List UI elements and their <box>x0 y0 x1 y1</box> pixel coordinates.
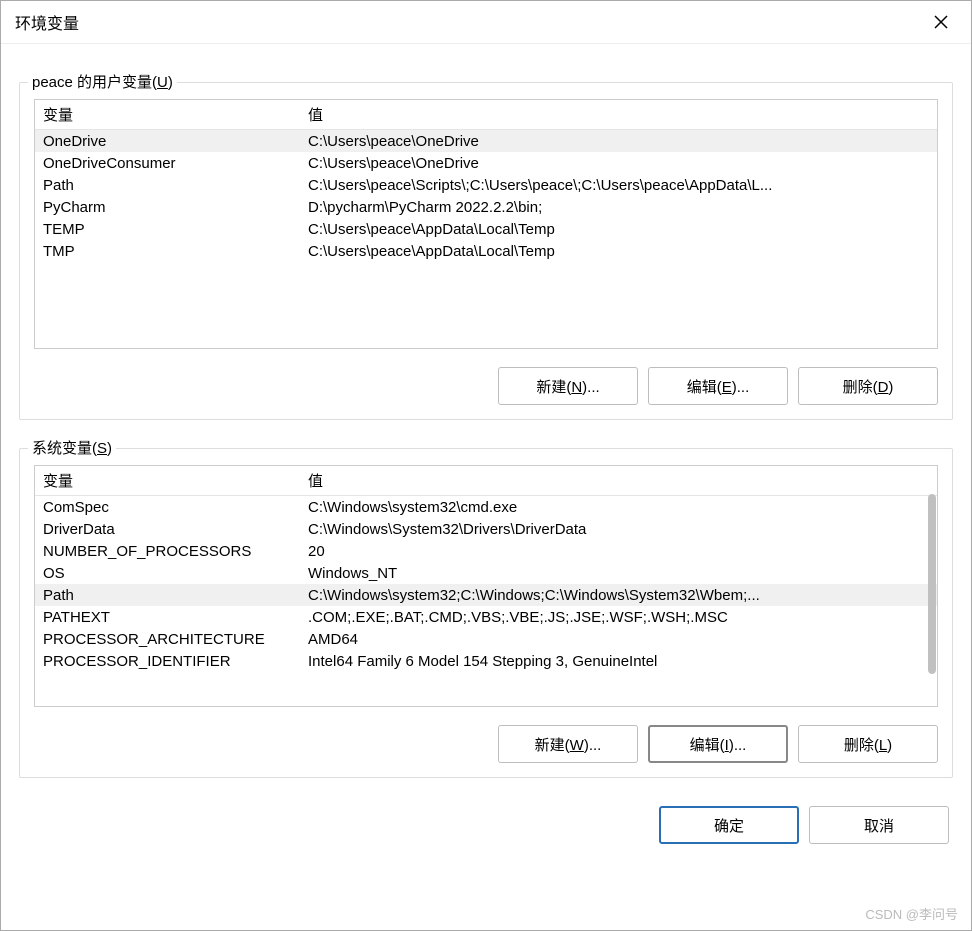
var-value-cell: .COM;.EXE;.BAT;.CMD;.VBS;.VBE;.JS;.JSE;.… <box>300 606 937 628</box>
var-name-cell: ComSpec <box>35 496 300 519</box>
table-row[interactable]: OneDriveConsumerC:\Users\peace\OneDrive <box>35 152 937 174</box>
table-row[interactable]: PathC:\Users\peace\Scripts\;C:\Users\pea… <box>35 174 937 196</box>
var-name-cell: NUMBER_OF_PROCESSORS <box>35 540 300 562</box>
table-row[interactable]: OneDriveC:\Users\peace\OneDrive <box>35 130 937 153</box>
env-vars-dialog: 环境变量 peace 的用户变量(U) 变量 值 OneDr <box>0 0 972 931</box>
var-name-cell: PATHEXT <box>35 606 300 628</box>
var-name-cell: PROCESSOR_ARCHITECTURE <box>35 628 300 650</box>
table-header-row[interactable]: 变量 值 <box>35 100 937 130</box>
var-name-cell: OneDriveConsumer <box>35 152 300 174</box>
var-name-cell: TEMP <box>35 218 300 240</box>
var-name-cell: DriverData <box>35 518 300 540</box>
user-delete-button[interactable]: 删除(D) <box>798 367 938 405</box>
table-header-row[interactable]: 变量 值 <box>35 466 937 496</box>
dialog-title: 环境变量 <box>15 10 79 34</box>
table-row[interactable]: OSWindows_NT <box>35 562 937 584</box>
table-row[interactable]: TEMPC:\Users\peace\AppData\Local\Temp <box>35 218 937 240</box>
cancel-button[interactable]: 取消 <box>809 806 949 844</box>
user-vars-label: peace 的用户变量(U) <box>28 71 177 92</box>
system-vars-table[interactable]: 变量 值 ComSpecC:\Windows\system32\cmd.exeD… <box>35 466 937 672</box>
system-vars-label: 系统变量(S) <box>28 437 116 458</box>
table-row[interactable]: NUMBER_OF_PROCESSORS20 <box>35 540 937 562</box>
table-row[interactable]: PROCESSOR_ARCHITECTUREAMD64 <box>35 628 937 650</box>
var-value-cell: C:\Users\peace\OneDrive <box>300 152 937 174</box>
system-vars-buttons: 新建(W)... 编辑(I)... 删除(L) <box>34 725 938 763</box>
var-value-cell: C:\Windows\system32;C:\Windows;C:\Window… <box>300 584 937 606</box>
col-header-value[interactable]: 值 <box>300 100 937 130</box>
var-value-cell: C:\Users\peace\OneDrive <box>300 130 937 153</box>
user-edit-button[interactable]: 编辑(E)... <box>648 367 788 405</box>
var-value-cell: C:\Users\peace\AppData\Local\Temp <box>300 218 937 240</box>
var-name-cell: Path <box>35 174 300 196</box>
table-row[interactable]: ComSpecC:\Windows\system32\cmd.exe <box>35 496 937 519</box>
var-name-cell: OS <box>35 562 300 584</box>
table-row[interactable]: PathC:\Windows\system32;C:\Windows;C:\Wi… <box>35 584 937 606</box>
system-new-button[interactable]: 新建(W)... <box>498 725 638 763</box>
table-row[interactable]: PROCESSOR_IDENTIFIERIntel64 Family 6 Mod… <box>35 650 937 672</box>
var-value-cell: D:\pycharm\PyCharm 2022.2.2\bin; <box>300 196 937 218</box>
var-value-cell: Windows_NT <box>300 562 937 584</box>
system-delete-button[interactable]: 删除(L) <box>798 725 938 763</box>
var-value-cell: C:\Users\peace\Scripts\;C:\Users\peace\;… <box>300 174 937 196</box>
table-row[interactable]: TMPC:\Users\peace\AppData\Local\Temp <box>35 240 937 262</box>
user-vars-buttons: 新建(N)... 编辑(E)... 删除(D) <box>34 367 938 405</box>
var-name-cell: PyCharm <box>35 196 300 218</box>
system-edit-button[interactable]: 编辑(I)... <box>648 725 788 763</box>
user-vars-group: peace 的用户变量(U) 变量 值 OneDriveC:\Users\pea… <box>19 82 953 420</box>
var-value-cell: Intel64 Family 6 Model 154 Stepping 3, G… <box>300 650 937 672</box>
col-header-name[interactable]: 变量 <box>35 100 300 130</box>
system-vars-group: 系统变量(S) 变量 值 ComSpecC:\Windows\system32\… <box>19 448 953 778</box>
titlebar: 环境变量 <box>1 1 971 44</box>
dialog-action-buttons: 确定 取消 <box>19 778 953 852</box>
system-vars-table-wrap: 变量 值 ComSpecC:\Windows\system32\cmd.exeD… <box>34 465 938 707</box>
var-name-cell: PROCESSOR_IDENTIFIER <box>35 650 300 672</box>
col-header-name[interactable]: 变量 <box>35 466 300 496</box>
close-button[interactable] <box>921 7 961 37</box>
col-header-value[interactable]: 值 <box>300 466 937 496</box>
user-new-button[interactable]: 新建(N)... <box>498 367 638 405</box>
var-value-cell: C:\Windows\System32\Drivers\DriverData <box>300 518 937 540</box>
var-name-cell: Path <box>35 584 300 606</box>
var-value-cell: C:\Windows\system32\cmd.exe <box>300 496 937 519</box>
system-scrollbar[interactable] <box>922 494 936 705</box>
var-name-cell: TMP <box>35 240 300 262</box>
var-value-cell: 20 <box>300 540 937 562</box>
table-row[interactable]: PyCharmD:\pycharm\PyCharm 2022.2.2\bin; <box>35 196 937 218</box>
var-value-cell: AMD64 <box>300 628 937 650</box>
table-row[interactable]: DriverDataC:\Windows\System32\Drivers\Dr… <box>35 518 937 540</box>
dialog-content: peace 的用户变量(U) 变量 值 OneDriveC:\Users\pea… <box>1 44 971 930</box>
scrollbar-thumb[interactable] <box>928 494 936 674</box>
user-vars-table[interactable]: 变量 值 OneDriveC:\Users\peace\OneDriveOneD… <box>35 100 937 262</box>
table-row[interactable]: PATHEXT.COM;.EXE;.BAT;.CMD;.VBS;.VBE;.JS… <box>35 606 937 628</box>
user-vars-table-wrap: 变量 值 OneDriveC:\Users\peace\OneDriveOneD… <box>34 99 938 349</box>
ok-button[interactable]: 确定 <box>659 806 799 844</box>
var-value-cell: C:\Users\peace\AppData\Local\Temp <box>300 240 937 262</box>
var-name-cell: OneDrive <box>35 130 300 153</box>
close-icon <box>933 14 949 30</box>
